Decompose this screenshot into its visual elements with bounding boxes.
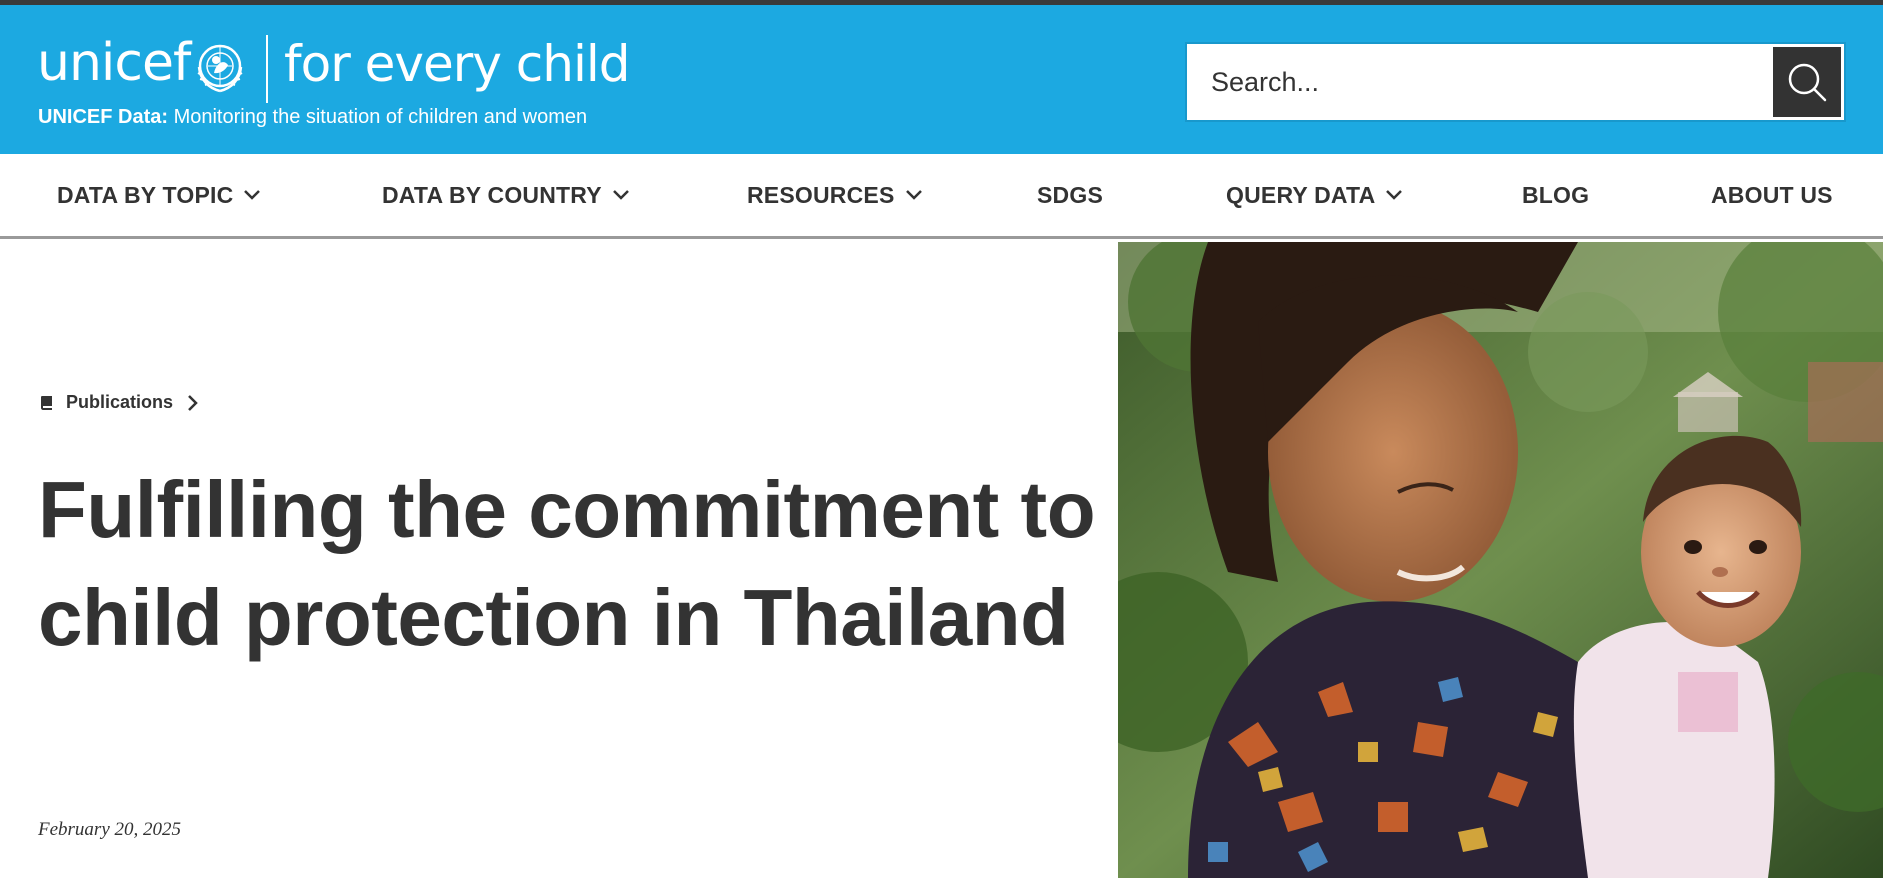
page-title: Fulfilling the commitment to child prote… xyxy=(38,465,1096,662)
unicef-emblem-icon xyxy=(197,44,243,93)
breadcrumb-label: Publications xyxy=(66,392,174,412)
chevron-down-icon xyxy=(243,189,261,201)
nav-item-label: BLOG xyxy=(1522,181,1590,208)
search-icon xyxy=(1788,63,1827,102)
nav-item-blog[interactable]: BLOG xyxy=(1522,154,1589,236)
nav-item-label: DATA BY COUNTRY xyxy=(382,181,602,208)
search-box xyxy=(1185,42,1846,122)
nav-item-query-data[interactable]: QUERY DATA xyxy=(1226,154,1403,236)
main-nav: DATA BY TOPIC DATA BY COUNTRY RESOURCES … xyxy=(0,154,1883,239)
nav-item-label: SDGS xyxy=(1037,181,1103,208)
nav-item-data-by-country[interactable]: DATA BY COUNTRY xyxy=(382,154,630,236)
chevron-down-icon xyxy=(1385,189,1403,201)
book-icon xyxy=(40,395,54,411)
subtitle-brand: UNICEF Data: xyxy=(38,106,169,128)
nav-item-label: ABOUT US xyxy=(1711,181,1833,208)
nav-item-sdgs[interactable]: SDGS xyxy=(1037,154,1103,236)
publish-date: February 20, 2025 xyxy=(38,819,182,840)
nav-item-label: RESOURCES xyxy=(747,181,895,208)
nav-item-about-us[interactable]: ABOUT US xyxy=(1711,154,1833,236)
breadcrumb[interactable]: Publications xyxy=(40,392,199,413)
site-subtitle: UNICEF Data: Monitoring the situation of… xyxy=(38,106,587,129)
search-button[interactable] xyxy=(1773,47,1841,117)
chevron-right-icon xyxy=(187,394,199,412)
nav-item-label: QUERY DATA xyxy=(1226,181,1376,208)
logo-tagline: for every child xyxy=(284,35,630,93)
logo-wordmark: unicef xyxy=(37,33,191,93)
chevron-down-icon xyxy=(612,189,630,201)
hero-photo-mother-and-child xyxy=(1118,242,1883,878)
site-header: unicef for every child UNICEF Data: Moni… xyxy=(0,5,1883,154)
logo-divider xyxy=(266,35,268,103)
nav-item-resources[interactable]: RESOURCES xyxy=(747,154,923,236)
nav-item-label: DATA BY TOPIC xyxy=(57,181,234,208)
nav-item-data-by-topic[interactable]: DATA BY TOPIC xyxy=(57,154,261,236)
search-input[interactable] xyxy=(1211,44,1751,120)
subtitle-text: Monitoring the situation of children and… xyxy=(168,106,588,128)
hero-photo xyxy=(1118,242,1883,878)
chevron-down-icon xyxy=(905,189,923,201)
article-header: Publications Fulfilling the commitment t… xyxy=(0,242,1118,878)
